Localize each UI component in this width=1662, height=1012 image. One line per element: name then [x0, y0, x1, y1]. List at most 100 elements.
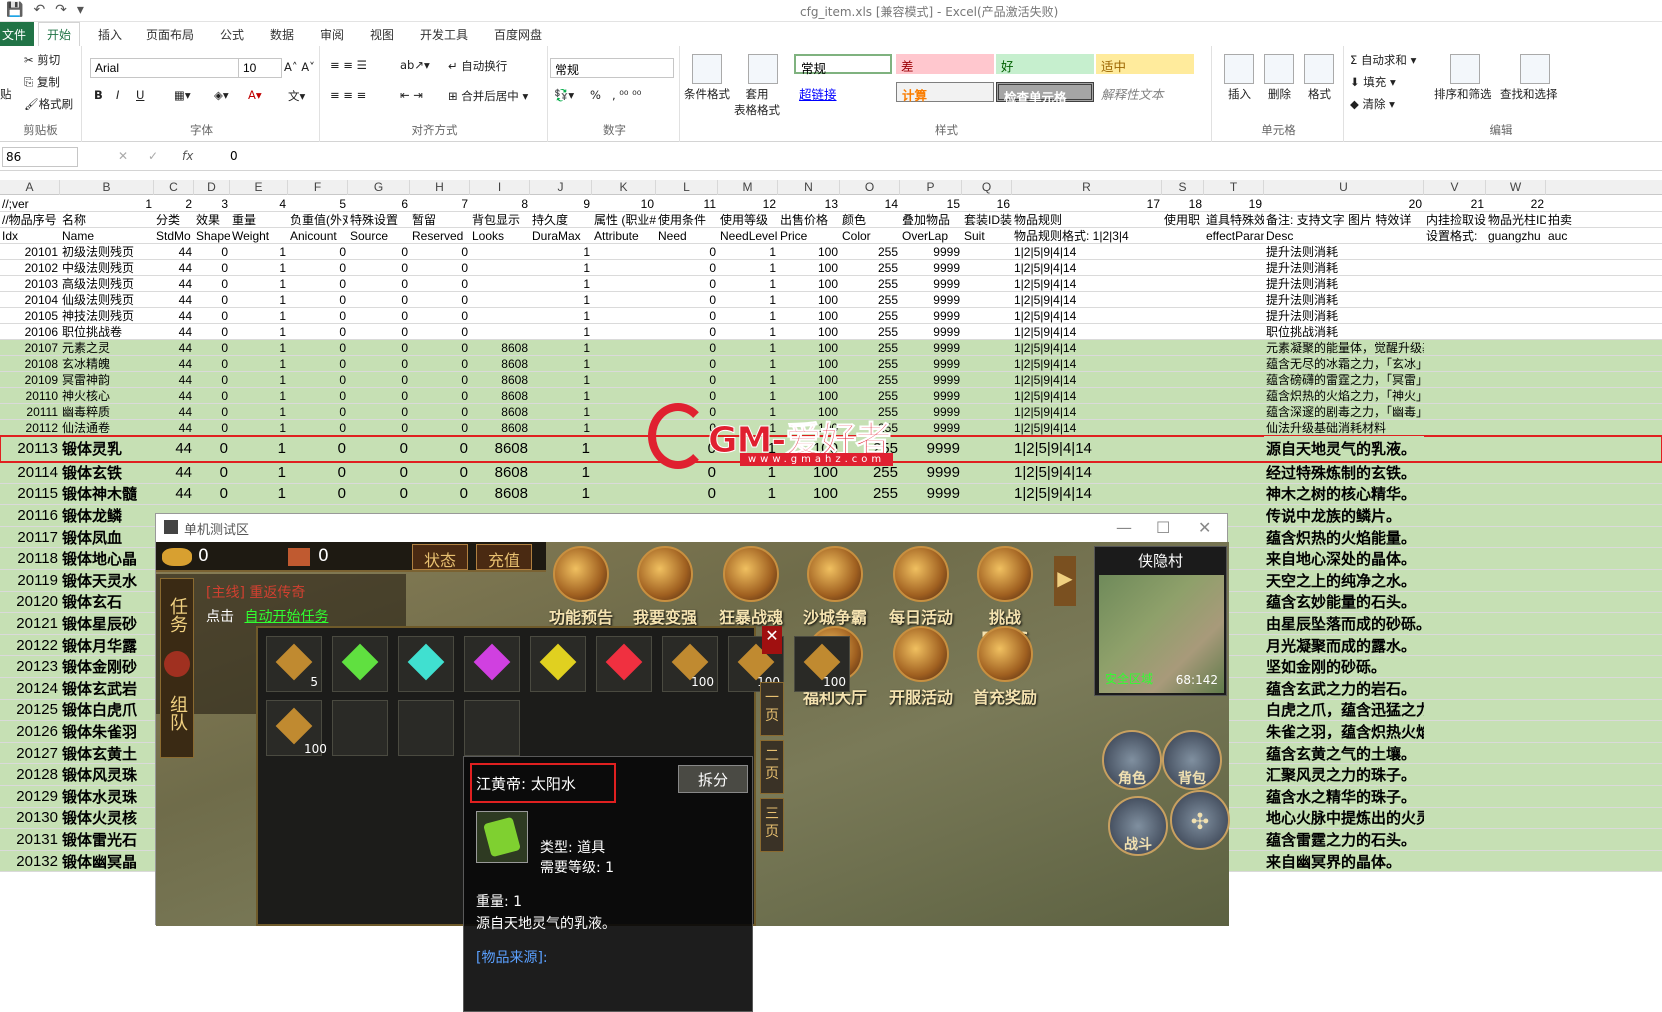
cell-stdmode[interactable]: 44 — [154, 372, 194, 387]
header-cell[interactable]: auc — [1546, 228, 1662, 243]
cell-rule[interactable]: 1|2|5|9|4|14 — [1012, 420, 1162, 435]
cell-desc[interactable]: 地心火脉中提炼出的火灵核心。 — [1264, 807, 1424, 829]
cell-anicount[interactable]: 0 — [288, 372, 348, 387]
header-cell[interactable]: 11 — [656, 196, 718, 211]
cell-idx[interactable]: 20105 — [0, 308, 60, 323]
cell-shape[interactable]: 0 — [194, 356, 230, 371]
cell-idx[interactable]: 20103 — [0, 276, 60, 291]
cell-source[interactable]: 0 — [348, 356, 410, 371]
table-row[interactable]: 20108 玄冰精魄 44 0 1 0 0 0 8608 1 0 1 100 255 9999 1|2|5|9… — [0, 356, 1662, 372]
tab-data[interactable]: 数据 — [270, 26, 294, 43]
cell-reserved[interactable]: 0 — [410, 420, 470, 435]
header-cell[interactable]: Shape — [194, 228, 230, 243]
cell-desc[interactable]: 坚如金刚的砂砾。 — [1264, 656, 1424, 677]
column-header[interactable]: O — [840, 180, 900, 195]
cell-name[interactable]: 锻体玄石 — [60, 592, 154, 613]
column-header[interactable]: S — [1162, 180, 1204, 195]
cell-shape[interactable]: 0 — [194, 276, 230, 291]
cell-looks[interactable]: 8608 — [470, 484, 530, 505]
cell-shape[interactable]: 0 — [194, 260, 230, 275]
cell-source[interactable]: 0 — [348, 340, 410, 355]
tab-review[interactable]: 审阅 — [320, 26, 344, 43]
cell-idx[interactable]: 20112 — [0, 420, 60, 435]
bold-button[interactable]: B — [94, 88, 103, 102]
style-explanatory[interactable]: 解释性文本 — [1096, 82, 1194, 102]
column-header[interactable]: T — [1204, 180, 1264, 195]
cell-needlevel[interactable]: 1 — [718, 276, 778, 291]
cell-need[interactable]: 0 — [656, 276, 718, 291]
cell-dura[interactable]: 1 — [530, 356, 592, 371]
settings-icon[interactable]: ✣ — [1170, 790, 1230, 850]
tab-file[interactable]: 文件 — [0, 22, 34, 46]
header-cell[interactable]: 拍卖 — [1546, 212, 1662, 227]
cell-idx[interactable]: 20110 — [0, 388, 60, 403]
cell-source[interactable]: 0 — [348, 484, 410, 505]
cell-shape[interactable]: 0 — [194, 420, 230, 435]
cell-price[interactable]: 100 — [778, 356, 840, 371]
cell-idx[interactable]: 20102 — [0, 260, 60, 275]
cell-need[interactable]: 0 — [656, 484, 718, 505]
cell-desc[interactable]: 月光凝聚而成的露水。 — [1264, 634, 1424, 656]
cell-reserved[interactable]: 0 — [410, 388, 470, 403]
cell-desc[interactable]: 汇聚风灵之力的珠子。 — [1264, 764, 1424, 785]
cell-looks[interactable]: 8608 — [470, 436, 530, 461]
cell-name[interactable]: 幽毒粹质 — [60, 404, 154, 419]
cell-source[interactable]: 0 — [348, 404, 410, 419]
cell-stdmode[interactable]: 44 — [154, 276, 194, 291]
cell-desc[interactable]: 蕴含无尽的冰霜之力，「玄冰」升级消耗材料 — [1264, 356, 1424, 371]
cell-overlap[interactable]: 9999 — [900, 324, 962, 339]
cell-shape[interactable]: 0 — [194, 340, 230, 355]
cell-desc[interactable]: 天空之上的纯净之水。 — [1264, 570, 1424, 591]
header-cell[interactable]: 道具特殊效 — [1204, 212, 1264, 227]
column-header[interactable]: J — [530, 180, 592, 195]
cell-looks[interactable] — [470, 276, 530, 291]
bag-page-2[interactable]: 二页 — [760, 740, 784, 794]
cell-overlap[interactable]: 9999 — [900, 244, 962, 259]
style-normal[interactable]: 常规 — [794, 54, 892, 76]
cell-rule[interactable]: 1|2|5|9|4|14 — [1012, 404, 1162, 419]
percent-button[interactable]: % — [590, 88, 601, 102]
header-cell[interactable]: //;ver — [0, 196, 60, 211]
cell-price[interactable]: 100 — [778, 324, 840, 339]
header-cell[interactable]: Anicount — [288, 228, 348, 243]
header-cell[interactable]: Weight — [230, 228, 288, 243]
cell-idx[interactable]: 20121 — [0, 613, 60, 634]
cell-weight[interactable]: 1 — [230, 372, 288, 387]
cell-price[interactable]: 100 — [778, 260, 840, 275]
cell-source[interactable]: 0 — [348, 308, 410, 323]
column-header[interactable]: W — [1486, 180, 1546, 195]
cell-overlap[interactable]: 9999 — [900, 276, 962, 291]
cell-color[interactable]: 255 — [840, 308, 900, 323]
cell-overlap[interactable]: 9999 — [900, 372, 962, 387]
cell-rule[interactable]: 1|2|5|9|4|14 — [1012, 340, 1162, 355]
cell-reserved[interactable]: 0 — [410, 276, 470, 291]
cell-anicount[interactable]: 0 — [288, 324, 348, 339]
cell-idx[interactable]: 20130 — [0, 808, 60, 829]
header-cell[interactable]: OverLap — [900, 228, 962, 243]
cell-idx[interactable]: 20122 — [0, 635, 60, 656]
auto-quest-link[interactable]: 自动开始任务 — [244, 609, 328, 625]
cell-desc[interactable]: 蕴含玄武之力的岩石。 — [1264, 678, 1424, 699]
cell-name[interactable]: 锻体玄黄土 — [60, 743, 154, 764]
inventory-panel[interactable]: 5 100 100 100 江黄帝: 太阳水 拆分 类型: 道具 需要等级: 1 重量… — [256, 626, 850, 1012]
inventory-slot[interactable] — [332, 700, 388, 756]
table-row[interactable]: 20106 职位挑战卷 44 0 1 0 0 0 1 0 1 100 255 9999 1|2|5|9|4|… — [0, 324, 1662, 340]
header-cell[interactable]: 使用条件 — [656, 212, 718, 227]
header-cell[interactable]: 17 — [1012, 196, 1162, 211]
cell-name[interactable]: 锻体风灵珠 — [60, 764, 154, 785]
cell-stdmode[interactable]: 44 — [154, 356, 194, 371]
cell-looks[interactable]: 8608 — [470, 462, 530, 483]
cell-needlevel[interactable]: 1 — [718, 244, 778, 259]
cell-needlevel[interactable]: 1 — [718, 356, 778, 371]
header-cell[interactable]: guangzhu — [1486, 228, 1546, 243]
cell-color[interactable]: 255 — [840, 324, 900, 339]
cell-rule[interactable]: 1|2|5|9|4|14 — [1012, 356, 1162, 371]
tab-baidu-netdisk[interactable]: 百度网盘 — [494, 26, 542, 43]
cell-stdmode[interactable]: 44 — [154, 484, 194, 505]
header-cell[interactable]: Reserved — [410, 228, 470, 243]
cell-idx[interactable]: 20104 — [0, 292, 60, 307]
cell-dura[interactable]: 1 — [530, 260, 592, 275]
cell-weight[interactable]: 1 — [230, 436, 288, 461]
header-cell[interactable]: 暂留 — [410, 212, 470, 227]
cell-reserved[interactable]: 0 — [410, 436, 470, 461]
